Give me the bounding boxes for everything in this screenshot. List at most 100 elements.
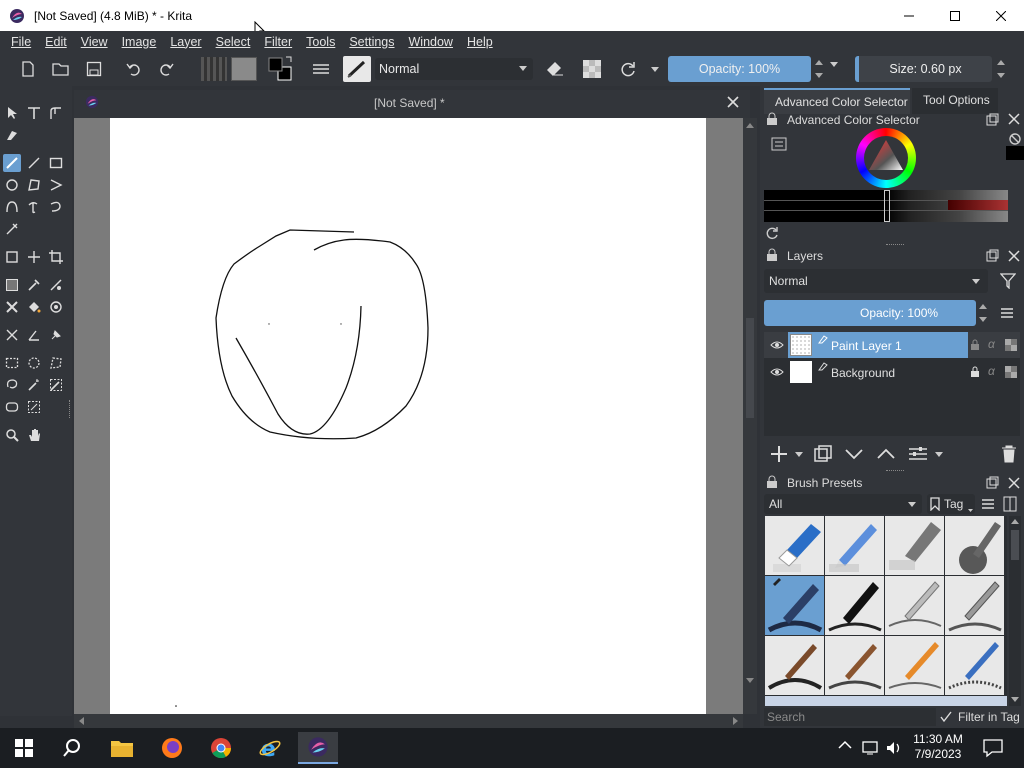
tab-advanced-color-selector[interactable]: Advanced Color Selector: [764, 88, 910, 114]
new-document-button[interactable]: [18, 59, 38, 79]
volume-control[interactable]: [885, 740, 905, 756]
float-panel-icon[interactable]: [986, 249, 999, 262]
brush-preset-item[interactable]: [885, 516, 944, 575]
move-tool[interactable]: [25, 248, 43, 266]
brush-preset-button[interactable]: [343, 56, 371, 82]
polygonal-selection-tool[interactable]: [47, 354, 65, 372]
enclose-fill-tool[interactable]: [47, 298, 65, 316]
freehand-path-tool[interactable]: [25, 198, 43, 216]
taskbar-krita[interactable]: [298, 732, 338, 764]
delete-layer-icon[interactable]: [1000, 444, 1018, 464]
menu-help[interactable]: Help: [467, 35, 493, 49]
notification-center-button[interactable]: [982, 738, 1004, 758]
minimize-button[interactable]: [886, 0, 932, 31]
eye-visible-icon[interactable]: [770, 339, 784, 351]
dynamic-brush-tool[interactable]: [47, 198, 65, 216]
float-panel-icon[interactable]: [986, 476, 999, 489]
no-color-icon[interactable]: [1008, 132, 1022, 146]
foreground-background-color[interactable]: [266, 55, 296, 83]
hamburger-menu-icon[interactable]: [1000, 307, 1014, 319]
lock-icon[interactable]: [969, 339, 981, 351]
taskbar-chrome[interactable]: [201, 732, 241, 764]
checkbox-checked-icon[interactable]: [940, 711, 952, 723]
opacity-dropdown[interactable]: [830, 62, 838, 67]
opacity-spinner[interactable]: [813, 56, 825, 82]
menu-file[interactable]: File: [11, 35, 31, 49]
inherit-alpha-icon[interactable]: [1005, 366, 1017, 378]
brush-settings-button[interactable]: [311, 59, 331, 79]
close-panel-icon[interactable]: [1008, 113, 1020, 125]
filter-icon[interactable]: [1000, 273, 1016, 289]
bezier-selection-tool[interactable]: [3, 398, 21, 416]
polyline-tool[interactable]: [47, 176, 65, 194]
lock-panel-icon[interactable]: [765, 248, 779, 262]
reference-images-tool[interactable]: [47, 326, 65, 344]
canvas-viewport[interactable]: [74, 118, 743, 716]
panel-resize-handle[interactable]: [886, 470, 904, 472]
taskbar-firefox[interactable]: [152, 732, 192, 764]
bezier-curve-tool[interactable]: [3, 198, 21, 216]
edit-shapes-tool[interactable]: [47, 104, 65, 122]
alpha-lock-icon[interactable]: α: [988, 364, 995, 378]
layer-opacity-slider[interactable]: Opacity: 100%: [764, 300, 976, 326]
transform-tool[interactable]: [3, 248, 21, 266]
pattern-selector[interactable]: [231, 57, 257, 81]
brush-preset-item[interactable]: [825, 576, 884, 635]
layer-properties-icon[interactable]: [907, 444, 929, 464]
rectangle-tool[interactable]: [47, 154, 65, 172]
brush-preset-item[interactable]: [885, 636, 944, 695]
menu-select[interactable]: Select: [216, 35, 251, 49]
brush-preset-item[interactable]: [825, 516, 884, 575]
lock-panel-icon[interactable]: [765, 475, 779, 489]
brush-tag-filter-select[interactable]: All: [764, 494, 922, 514]
multibrush-tool[interactable]: [3, 220, 21, 238]
show-hidden-icons-button[interactable]: [838, 740, 854, 756]
text-tool[interactable]: [25, 104, 43, 122]
lock-icon[interactable]: [969, 366, 981, 378]
move-layer-up-icon[interactable]: [876, 446, 896, 462]
canvas-paper[interactable]: [110, 118, 706, 716]
menu-layer[interactable]: Layer: [170, 35, 201, 49]
polygon-tool[interactable]: [25, 176, 43, 194]
close-panel-icon[interactable]: [1008, 250, 1020, 262]
add-layer-icon[interactable]: [769, 444, 789, 464]
redo-button[interactable]: [156, 59, 176, 79]
brush-preset-item[interactable]: [945, 516, 1004, 575]
eraser-mode-button[interactable]: [545, 59, 565, 79]
hamburger-menu-icon[interactable]: [981, 498, 995, 510]
color-picker-tool[interactable]: [25, 276, 43, 294]
similar-color-selection-tool[interactable]: [47, 376, 65, 394]
lock-panel-icon[interactable]: [765, 112, 779, 126]
refresh-icon[interactable]: [765, 226, 779, 240]
close-document-button[interactable]: [726, 95, 742, 111]
crop-tool[interactable]: [47, 248, 65, 266]
taskbar-internet-explorer[interactable]: e: [250, 732, 290, 764]
eye-visible-icon[interactable]: [770, 366, 784, 378]
reload-dropdown[interactable]: [650, 59, 660, 79]
menu-settings[interactable]: Settings: [349, 35, 394, 49]
size-spinner[interactable]: [995, 56, 1007, 82]
hue-ring[interactable]: [856, 128, 916, 188]
elliptical-selection-tool[interactable]: [25, 354, 43, 372]
maximize-button[interactable]: [932, 0, 978, 31]
canvas-horizontal-scrollbar[interactable]: [74, 714, 743, 728]
taskbar-file-explorer[interactable]: [102, 732, 142, 764]
float-panel-icon[interactable]: [986, 113, 999, 126]
layer-blend-mode-select[interactable]: Normal: [764, 269, 988, 293]
menu-image[interactable]: Image: [122, 35, 157, 49]
tab-tool-options[interactable]: Tool Options: [912, 88, 998, 114]
save-button[interactable]: [84, 59, 104, 79]
chevron-down-icon[interactable]: [795, 452, 803, 457]
split-view-icon[interactable]: [1003, 496, 1017, 512]
pan-tool[interactable]: [25, 426, 43, 444]
close-window-button[interactable]: [978, 0, 1024, 31]
measure-tool[interactable]: [25, 326, 43, 344]
spinner-arrows-icon[interactable]: [978, 300, 988, 326]
shade-selector[interactable]: [764, 190, 1008, 222]
zoom-tool[interactable]: [3, 426, 21, 444]
assistant-tool[interactable]: [3, 326, 21, 344]
menu-filter[interactable]: Filter: [264, 35, 292, 49]
freehand-brush-tool[interactable]: [3, 154, 21, 172]
inherit-alpha-icon[interactable]: [1005, 339, 1017, 351]
canvas-vertical-scrollbar[interactable]: [743, 118, 757, 714]
